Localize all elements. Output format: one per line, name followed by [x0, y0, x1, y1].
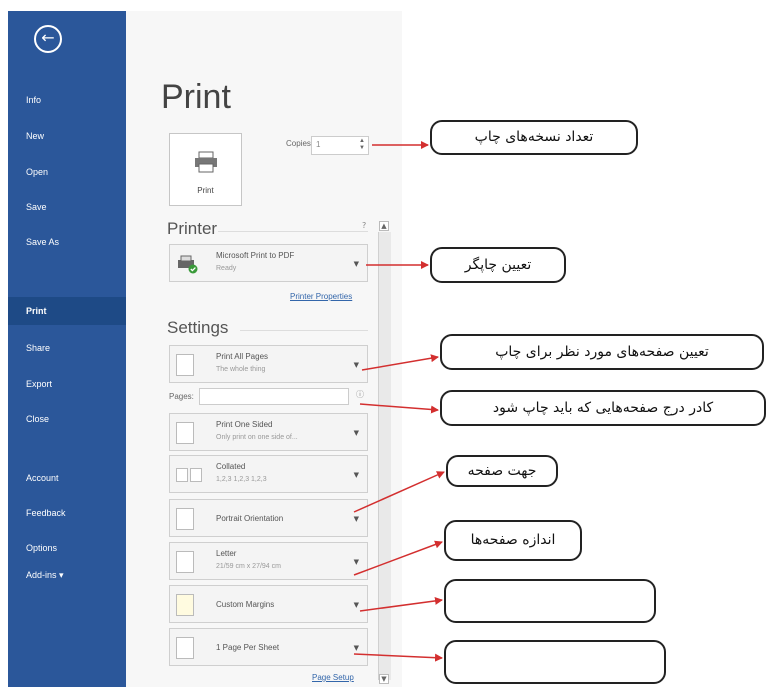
arrow-margins: [359, 596, 443, 612]
arrow-per-sheet: [353, 653, 443, 662]
arrow-print-range: [361, 354, 439, 371]
arrow-pages-box: [359, 403, 439, 414]
callout-arrows: [353, 141, 445, 662]
arrow-orientation: [353, 471, 445, 513]
arrow-size: [353, 540, 443, 576]
